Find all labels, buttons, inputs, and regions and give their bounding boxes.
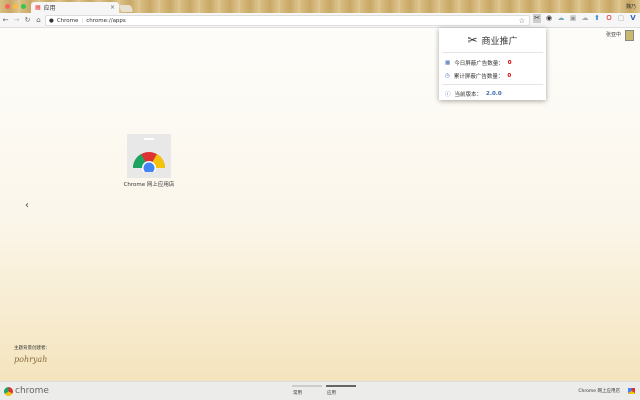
total-blocked-row: ◷ 累计屏蔽广告数量： 0 — [439, 69, 546, 82]
chrome-icon — [4, 386, 13, 396]
circle-extension-icon[interactable]: ◉ — [545, 14, 553, 23]
row-value: 0 — [507, 59, 512, 66]
footer-bar: chrome 常用 应用 Chrome 网上应用店 — [0, 381, 640, 400]
reload-icon[interactable]: ↻ — [22, 16, 33, 24]
webstore-icon[interactable] — [628, 388, 635, 394]
opera-extension-icon[interactable]: O — [605, 14, 613, 23]
row-label: 今日屏蔽广告数量： — [454, 60, 504, 67]
chrome-webstore-icon — [127, 134, 171, 178]
tab-title: 应用 — [43, 5, 56, 12]
page-indicator-apps[interactable] — [326, 385, 356, 387]
version-row: ⓘ 当前版本： 2.0.0 — [439, 87, 546, 100]
version-label: 当前版本： — [454, 91, 483, 98]
new-tab-button[interactable] — [118, 5, 134, 12]
chrome-logo: chrome — [4, 386, 49, 396]
user-name: 张亚中 — [606, 32, 622, 38]
extension-icon[interactable]: ☁ — [581, 14, 589, 23]
previous-page-arrow[interactable]: ‹ — [25, 200, 29, 211]
address-bar[interactable]: ● Chrome | chrome://apps ☆ — [45, 15, 530, 26]
page-label[interactable]: 常用 — [293, 390, 302, 396]
today-blocked-row: ▦ 今日屏蔽广告数量： 0 — [439, 56, 546, 69]
extensions-bar: ✂ ◉ ☁ ▣ ☁ ⬆ O ▢ V ⋮ — [533, 14, 640, 23]
tab-apps[interactable]: ▦ 应用 × — [31, 2, 119, 13]
home-icon[interactable]: ⌂ — [33, 16, 44, 24]
upload-extension-icon[interactable]: ⬆ — [593, 14, 601, 23]
extension-popup: ✂ 商业推广 ▦ 今日屏蔽广告数量： 0 ◷ 累计屏蔽广告数量： 0 ⓘ 当前版本： 2.0.… — [439, 28, 546, 100]
extension-icon[interactable]: ▢ — [617, 14, 625, 23]
page-indicator-most-visited[interactable] — [292, 385, 322, 387]
theme-credit: 主题背景创建者： — [14, 346, 50, 351]
info-icon: ● — [49, 17, 54, 24]
apps-grid-icon: ▦ — [35, 4, 41, 11]
v-extension-icon[interactable]: V — [629, 14, 637, 23]
version-value: 2.0.0 — [486, 90, 502, 97]
profile-button[interactable]: 魏乃 — [626, 3, 636, 10]
theme-author-signature[interactable]: pohryah — [14, 355, 47, 364]
scissors-extension-icon[interactable]: ✂ — [533, 14, 541, 23]
app-tile-webstore[interactable]: Chrome 网上应用店 — [121, 134, 177, 188]
extension-icon[interactable]: ▣ — [569, 14, 577, 23]
back-icon[interactable]: ← — [0, 16, 11, 24]
forward-icon[interactable]: → — [11, 16, 22, 24]
row-label: 累计屏蔽广告数量： — [453, 73, 504, 80]
bookmark-star-icon[interactable]: ☆ — [519, 17, 525, 25]
calendar-icon: ▦ — [445, 59, 451, 66]
row-value: 0 — [507, 72, 512, 79]
avatar[interactable] — [625, 30, 634, 41]
url-text[interactable]: chrome://apps — [86, 18, 126, 24]
info-icon: ⓘ — [445, 91, 451, 98]
clock-icon: ◷ — [445, 72, 450, 79]
minimize-window-button[interactable] — [13, 4, 18, 9]
cloud-extension-icon[interactable]: ☁ — [557, 14, 565, 23]
tab-strip: ▦ 应用 × 魏乃 — [0, 0, 640, 13]
site-label: Chrome — [56, 17, 79, 24]
webstore-link[interactable]: Chrome 网上应用店 — [578, 388, 620, 394]
page-label[interactable]: 应用 — [327, 390, 336, 396]
app-label: Chrome 网上应用店 — [123, 182, 175, 188]
close-window-button[interactable] — [5, 4, 10, 9]
popup-title: 商业推广 — [481, 36, 518, 47]
maximize-window-button[interactable] — [21, 4, 26, 9]
close-tab-icon[interactable]: × — [110, 4, 115, 11]
logo-text: chrome — [15, 386, 49, 396]
scissors-icon: ✂ — [467, 33, 478, 47]
